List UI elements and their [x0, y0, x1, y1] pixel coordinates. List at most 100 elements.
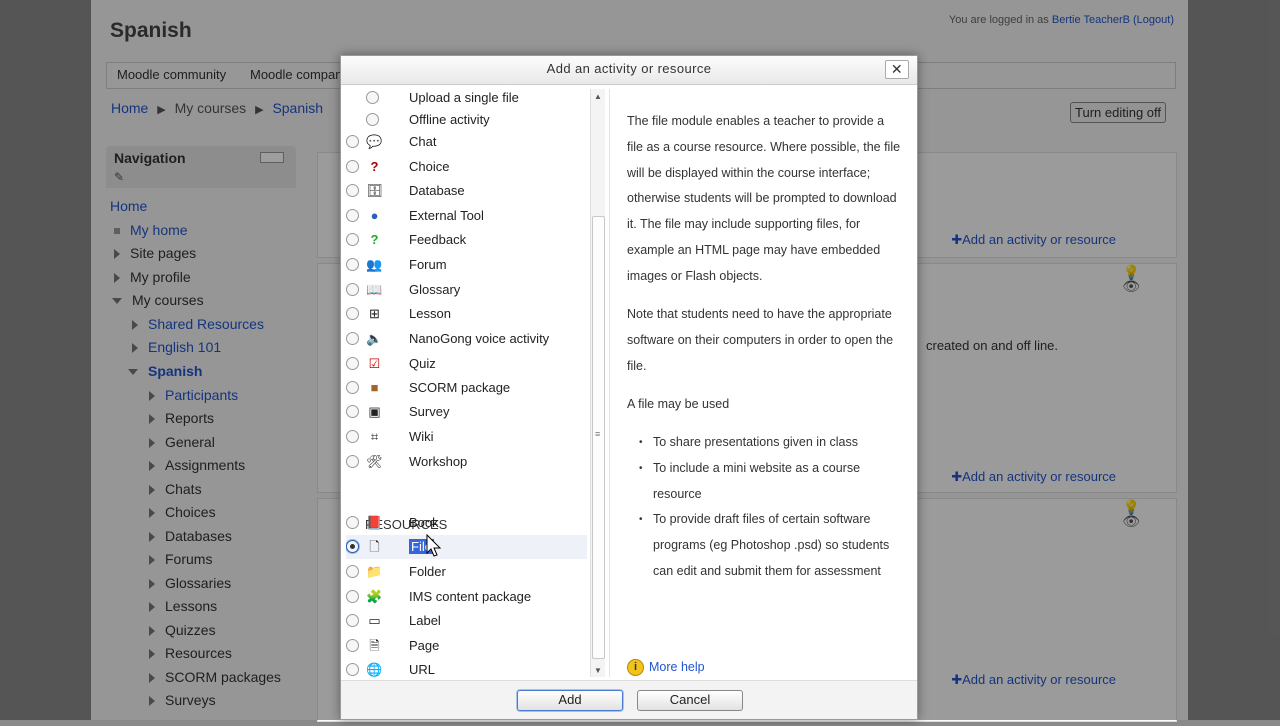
page-icon: 🗎: [369, 638, 380, 653]
option-workshop[interactable]: 🛠 Workshop: [346, 450, 586, 474]
option-external-tool[interactable]: ● External Tool: [346, 204, 586, 228]
option-forum[interactable]: 👥 Forum: [346, 253, 586, 277]
radio-button[interactable]: [346, 307, 359, 320]
option-label: URL: [409, 662, 436, 677]
options-scrollbar[interactable]: ▲ ≡ ▼: [590, 89, 605, 677]
help-paragraph: A file may be used: [627, 397, 730, 411]
mouse-cursor-icon: [426, 534, 442, 557]
add-button[interactable]: Add: [517, 690, 623, 711]
option-chat[interactable]: 💬 Chat: [346, 130, 586, 154]
cancel-button[interactable]: Cancel: [637, 690, 743, 711]
option-scorm-package[interactable]: ■ SCORM package: [346, 376, 586, 400]
scorm-icon: ■: [370, 380, 379, 395]
nanogong-icon: 🔈: [366, 331, 383, 346]
radio-button[interactable]: [346, 209, 359, 222]
close-button[interactable]: ✕: [885, 60, 909, 79]
option-glossary[interactable]: 📖 Glossary: [346, 278, 586, 302]
option-upload-single-file[interactable]: Upload a single file: [346, 89, 586, 110]
wiki-icon: ⌗: [370, 429, 379, 444]
option-label: External Tool: [409, 208, 484, 223]
radio-button[interactable]: [346, 516, 359, 529]
file-icon: 🗋: [369, 539, 380, 554]
option-label: Offline activity: [409, 112, 490, 127]
choice-icon: ?: [370, 159, 379, 174]
option-ims-content-package[interactable]: 🧩 IMS content package: [346, 585, 586, 609]
option-label: Book: [409, 515, 439, 530]
radio-button[interactable]: [346, 233, 359, 246]
option-database[interactable]: 🗄 Database: [346, 179, 586, 203]
option-offline-activity[interactable]: Offline activity: [346, 108, 586, 132]
option-feedback[interactable]: ? Feedback: [346, 228, 586, 252]
option-quiz[interactable]: ☑ Quiz: [346, 352, 586, 376]
help-paragraph: Note that students need to have the appr…: [627, 307, 894, 373]
dialog-header: Add an activity or resource ✕: [341, 56, 917, 85]
option-lesson[interactable]: ⊞ Lesson: [346, 302, 586, 326]
dialog-title: Add an activity or resource: [546, 61, 712, 76]
option-label: Label: [409, 613, 441, 628]
option-label: Chat: [409, 134, 437, 149]
more-help-link[interactable]: i More help: [627, 659, 705, 676]
folder-icon: 📁: [366, 564, 383, 579]
option-label: Workshop: [409, 454, 468, 469]
radio-button[interactable]: [346, 565, 359, 578]
option-nanogong[interactable]: 🔈 NanoGong voice activity: [346, 327, 586, 351]
radio-button[interactable]: [346, 663, 359, 676]
option-label: Choice: [409, 159, 450, 174]
add-activity-dialog: Add an activity or resource ✕ Upload a s…: [340, 55, 918, 720]
radio-button[interactable]: [366, 113, 379, 126]
radio-button[interactable]: [346, 283, 359, 296]
radio-button[interactable]: [346, 614, 359, 627]
ims-icon: 🧩: [366, 589, 383, 604]
help-list: To share presentations given in class To…: [627, 430, 902, 585]
scroll-thumb[interactable]: ≡: [592, 216, 605, 659]
help-paragraph: The file module enables a teacher to pro…: [627, 114, 901, 283]
radio-button[interactable]: [346, 258, 359, 271]
radio-button[interactable]: [346, 135, 359, 148]
option-label: Wiki: [409, 429, 434, 444]
chat-icon: 💬: [366, 134, 383, 149]
database-icon: 🗄: [366, 183, 383, 198]
radio-button[interactable]: [346, 332, 359, 345]
help-list-item: To include a mini website as a course re…: [627, 456, 902, 508]
radio-button[interactable]: [346, 184, 359, 197]
option-label: Folder: [409, 564, 446, 579]
dialog-footer: Add Cancel: [341, 680, 917, 719]
option-label: Upload a single file: [409, 90, 519, 105]
option-survey[interactable]: ▣ Survey: [346, 400, 586, 424]
option-label: NanoGong voice activity: [409, 331, 550, 346]
glossary-icon: 📖: [366, 282, 383, 297]
radio-button[interactable]: [346, 430, 359, 443]
option-label-resource[interactable]: ▭ Label: [346, 609, 586, 633]
option-page[interactable]: 🗎 Page: [346, 634, 586, 658]
option-label: Survey: [409, 404, 450, 419]
lesson-icon: ⊞: [369, 306, 380, 321]
radio-button[interactable]: [346, 357, 359, 370]
radio-button[interactable]: [346, 455, 359, 468]
option-book[interactable]: 📕 Book: [346, 511, 586, 535]
option-label: Lesson: [409, 306, 451, 321]
option-url[interactable]: 🌐 URL: [346, 658, 586, 677]
option-label: SCORM package: [409, 380, 511, 395]
option-choice[interactable]: ? Choice: [346, 155, 586, 179]
radio-button[interactable]: [346, 639, 359, 652]
url-icon: 🌐: [366, 662, 383, 677]
radio-button[interactable]: [366, 91, 379, 104]
option-label: Glossary: [409, 282, 461, 297]
option-wiki[interactable]: ⌗ Wiki: [346, 425, 586, 449]
external-tool-icon: ●: [370, 208, 379, 223]
feedback-icon: ?: [370, 232, 379, 247]
option-folder[interactable]: 📁 Folder: [346, 560, 586, 584]
scroll-down-icon[interactable]: ▼: [594, 666, 602, 675]
option-label: Quiz: [409, 356, 436, 371]
radio-button[interactable]: [346, 381, 359, 394]
radio-button[interactable]: [346, 590, 359, 603]
option-file[interactable]: 🗋 File: [346, 535, 587, 559]
option-label: Page: [409, 638, 440, 653]
radio-button[interactable]: [346, 540, 359, 553]
quiz-icon: ☑: [368, 356, 381, 371]
scroll-up-icon[interactable]: ▲: [594, 92, 602, 101]
radio-button[interactable]: [346, 160, 359, 173]
option-label: Feedback: [409, 232, 467, 247]
radio-button[interactable]: [346, 405, 359, 418]
help-list-item: To share presentations given in class: [627, 430, 902, 456]
